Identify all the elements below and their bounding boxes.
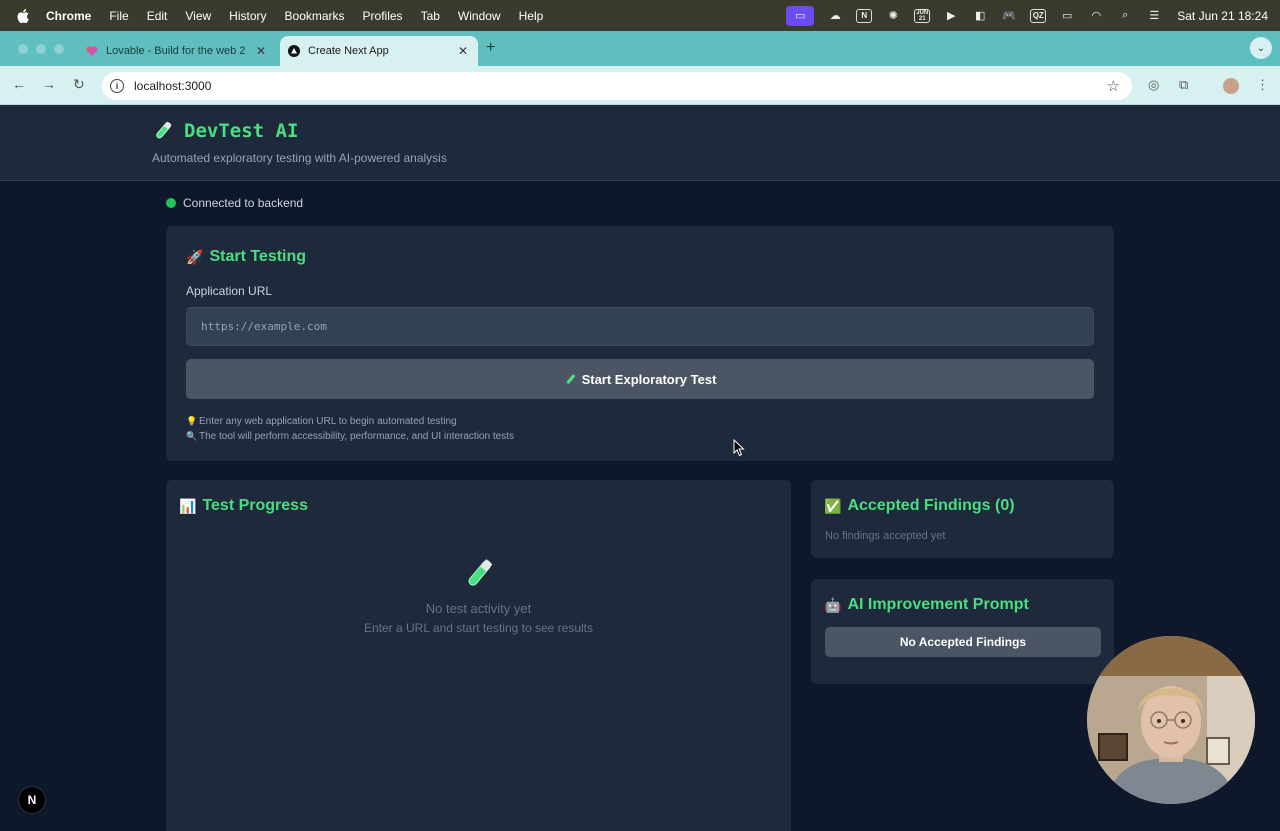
app-subtitle: Automated exploratory testing with AI-po… (152, 151, 447, 165)
notion-icon[interactable]: N (856, 8, 873, 23)
start-testing-title: Start Testing (209, 248, 307, 265)
back-arrow-icon[interactable]: ← (12, 76, 26, 92)
profile-avatar[interactable] (1223, 78, 1239, 94)
test-progress-title: Test Progress (202, 497, 308, 514)
gamepad-icon[interactable]: 🎮 (1001, 9, 1017, 23)
mouse-cursor-icon (733, 439, 745, 457)
menubar-status-area: ▭ ☁ N ✺ JUN 21 ▶ ◧ 🎮 QZ ▭ ◠ ⌕ ☰ Sat Jun … (786, 0, 1268, 31)
ai-prompt-title: AI Improvement Prompt (847, 596, 1029, 613)
test-tube-icon (566, 374, 575, 384)
calendar-icon[interactable]: JUN 21 (914, 8, 931, 23)
battery-icon[interactable]: ▭ (1059, 9, 1075, 23)
menu-view[interactable]: View (185, 9, 211, 23)
accepted-findings-heading: ✅ Accepted Findings (0) (824, 497, 1015, 515)
menu-tab[interactable]: Tab (421, 9, 440, 23)
menu-profiles[interactable]: Profiles (363, 9, 403, 23)
accepted-findings-card: ✅ Accepted Findings (0) No findings acce… (811, 480, 1114, 558)
address-bar[interactable]: i localhost:3000 ☆ (102, 72, 1132, 100)
menu-app-chrome[interactable]: Chrome (46, 9, 91, 23)
start-testing-card: 🚀 Start Testing Application URL Start Ex… (166, 226, 1114, 461)
reload-icon[interactable]: ↻ (73, 76, 85, 93)
kebab-menu-icon[interactable]: ⋮ (1256, 77, 1269, 93)
bookmark-star-icon[interactable]: ☆ (1107, 77, 1120, 95)
extension-icon[interactable]: ◎ (1148, 77, 1159, 93)
puzzle-extensions-icon[interactable]: ⧉ (1179, 77, 1188, 93)
application-url-input[interactable] (186, 307, 1094, 346)
menubar-clock[interactable]: Sat Jun 21 18:24 (1177, 9, 1268, 23)
app-header: DevTest AI Automated exploratory testing… (0, 105, 1280, 181)
menu-history[interactable]: History (229, 9, 266, 23)
tip-text: The tool will perform accessibility, per… (199, 431, 514, 442)
qz-icon[interactable]: QZ (1030, 8, 1047, 23)
application-url-label: Application URL (186, 284, 273, 298)
bar-chart-icon: 📊 (179, 497, 197, 514)
menu-file[interactable]: File (109, 9, 128, 23)
mouse-icon[interactable]: ◧ (972, 9, 988, 23)
test-progress-card: 📊 Test Progress No test activity yet Ent… (166, 480, 791, 831)
tab-search-chevron-icon[interactable]: ⌄ (1250, 37, 1272, 59)
tip-text: Enter any web application URL to begin a… (199, 416, 457, 427)
empty-subtitle: Enter a URL and start testing to see res… (363, 621, 593, 635)
site-info-icon[interactable]: i (110, 79, 124, 93)
empty-title: No test activity yet (425, 601, 532, 616)
connection-status: Connected to backend (166, 196, 303, 210)
webcam-person-image (1087, 636, 1255, 804)
start-button-label: Start Exploratory Test (581, 371, 717, 387)
no-findings-text: No findings accepted yet (825, 530, 946, 542)
no-accepted-findings-button[interactable]: No Accepted Findings (825, 627, 1101, 657)
ai-prompt-heading: 🤖 AI Improvement Prompt (824, 596, 1029, 614)
start-exploratory-test-button[interactable]: Start Exploratory Test (186, 359, 1094, 399)
tab-lovable[interactable]: Lovable - Build for the web 2 ✕ (78, 36, 276, 66)
macos-menubar: Chrome File Edit View History Bookmarks … (0, 0, 1280, 31)
forward-arrow-icon[interactable]: → (42, 76, 56, 92)
tip-item: 🔍 The tool will perform accessibility, pe… (186, 429, 514, 444)
lightbulb-icon: 💡 (186, 416, 198, 426)
apple-icon[interactable] (16, 8, 30, 23)
vercel-favicon-icon (288, 45, 300, 57)
test-tube-icon (468, 559, 493, 586)
tip-item: 💡 Enter any web application URL to begin … (186, 414, 514, 429)
brand: DevTest AI (152, 120, 298, 142)
new-tab-plus-icon[interactable]: + (486, 39, 495, 57)
test-tube-icon (156, 121, 172, 139)
menu-edit[interactable]: Edit (147, 9, 168, 23)
menu-help[interactable]: Help (519, 9, 544, 23)
tab-close-icon[interactable]: ✕ (456, 44, 470, 58)
connection-status-text: Connected to backend (183, 196, 304, 210)
window-close-button[interactable] (18, 44, 28, 54)
status-dot (166, 198, 176, 208)
address-url[interactable]: localhost:3000 (134, 79, 211, 93)
tips: 💡 Enter any web application URL to begin … (186, 414, 514, 444)
check-mark-icon: ✅ (824, 497, 842, 514)
menu-window[interactable]: Window (458, 9, 501, 23)
test-progress-heading: 📊 Test Progress (179, 497, 308, 515)
browser-toolbar: ← → ↻ i localhost:3000 ☆ ◎ ⧉ ⋮ (0, 66, 1280, 105)
ai-improvement-prompt-card: 🤖 AI Improvement Prompt No Accepted Find… (811, 579, 1114, 684)
control-center-icon[interactable]: ☰ (1146, 9, 1162, 23)
app-title: DevTest AI (184, 120, 299, 142)
browser-tab-strip: Lovable - Build for the web 2 ✕ Create N… (0, 31, 1280, 66)
cloud-sync-icon[interactable]: ☁ (827, 9, 843, 23)
rocket-icon: 🚀 (186, 248, 204, 265)
magnifier-icon: 🔍 (186, 431, 198, 441)
spotlight-search-icon[interactable]: ⌕ (1117, 9, 1133, 23)
tab-title: Create Next App (308, 45, 389, 57)
start-testing-heading: 🚀 Start Testing (186, 248, 306, 266)
tab-title: Lovable - Build for the web 2 (106, 45, 246, 57)
tab-create-next-app[interactable]: Create Next App ✕ (280, 36, 478, 66)
play-icon[interactable]: ▶ (943, 9, 959, 23)
wifi-icon[interactable]: ◠ (1088, 9, 1104, 23)
menu-bookmarks[interactable]: Bookmarks (285, 9, 345, 23)
lovable-favicon-icon (86, 46, 98, 56)
chatgpt-icon[interactable]: ✺ (885, 9, 901, 23)
window-zoom-button[interactable] (54, 44, 64, 54)
calendar-day: 21 (918, 15, 926, 22)
webcam-overlay (1087, 636, 1255, 804)
robot-icon: 🤖 (824, 596, 842, 613)
accepted-findings-title: Accepted Findings (0) (847, 497, 1015, 514)
screen-share-icon[interactable]: ▭ (786, 5, 815, 26)
nextjs-dev-badge[interactable]: N (18, 786, 46, 814)
window-minimize-button[interactable] (36, 44, 46, 54)
tab-close-icon[interactable]: ✕ (254, 44, 268, 58)
